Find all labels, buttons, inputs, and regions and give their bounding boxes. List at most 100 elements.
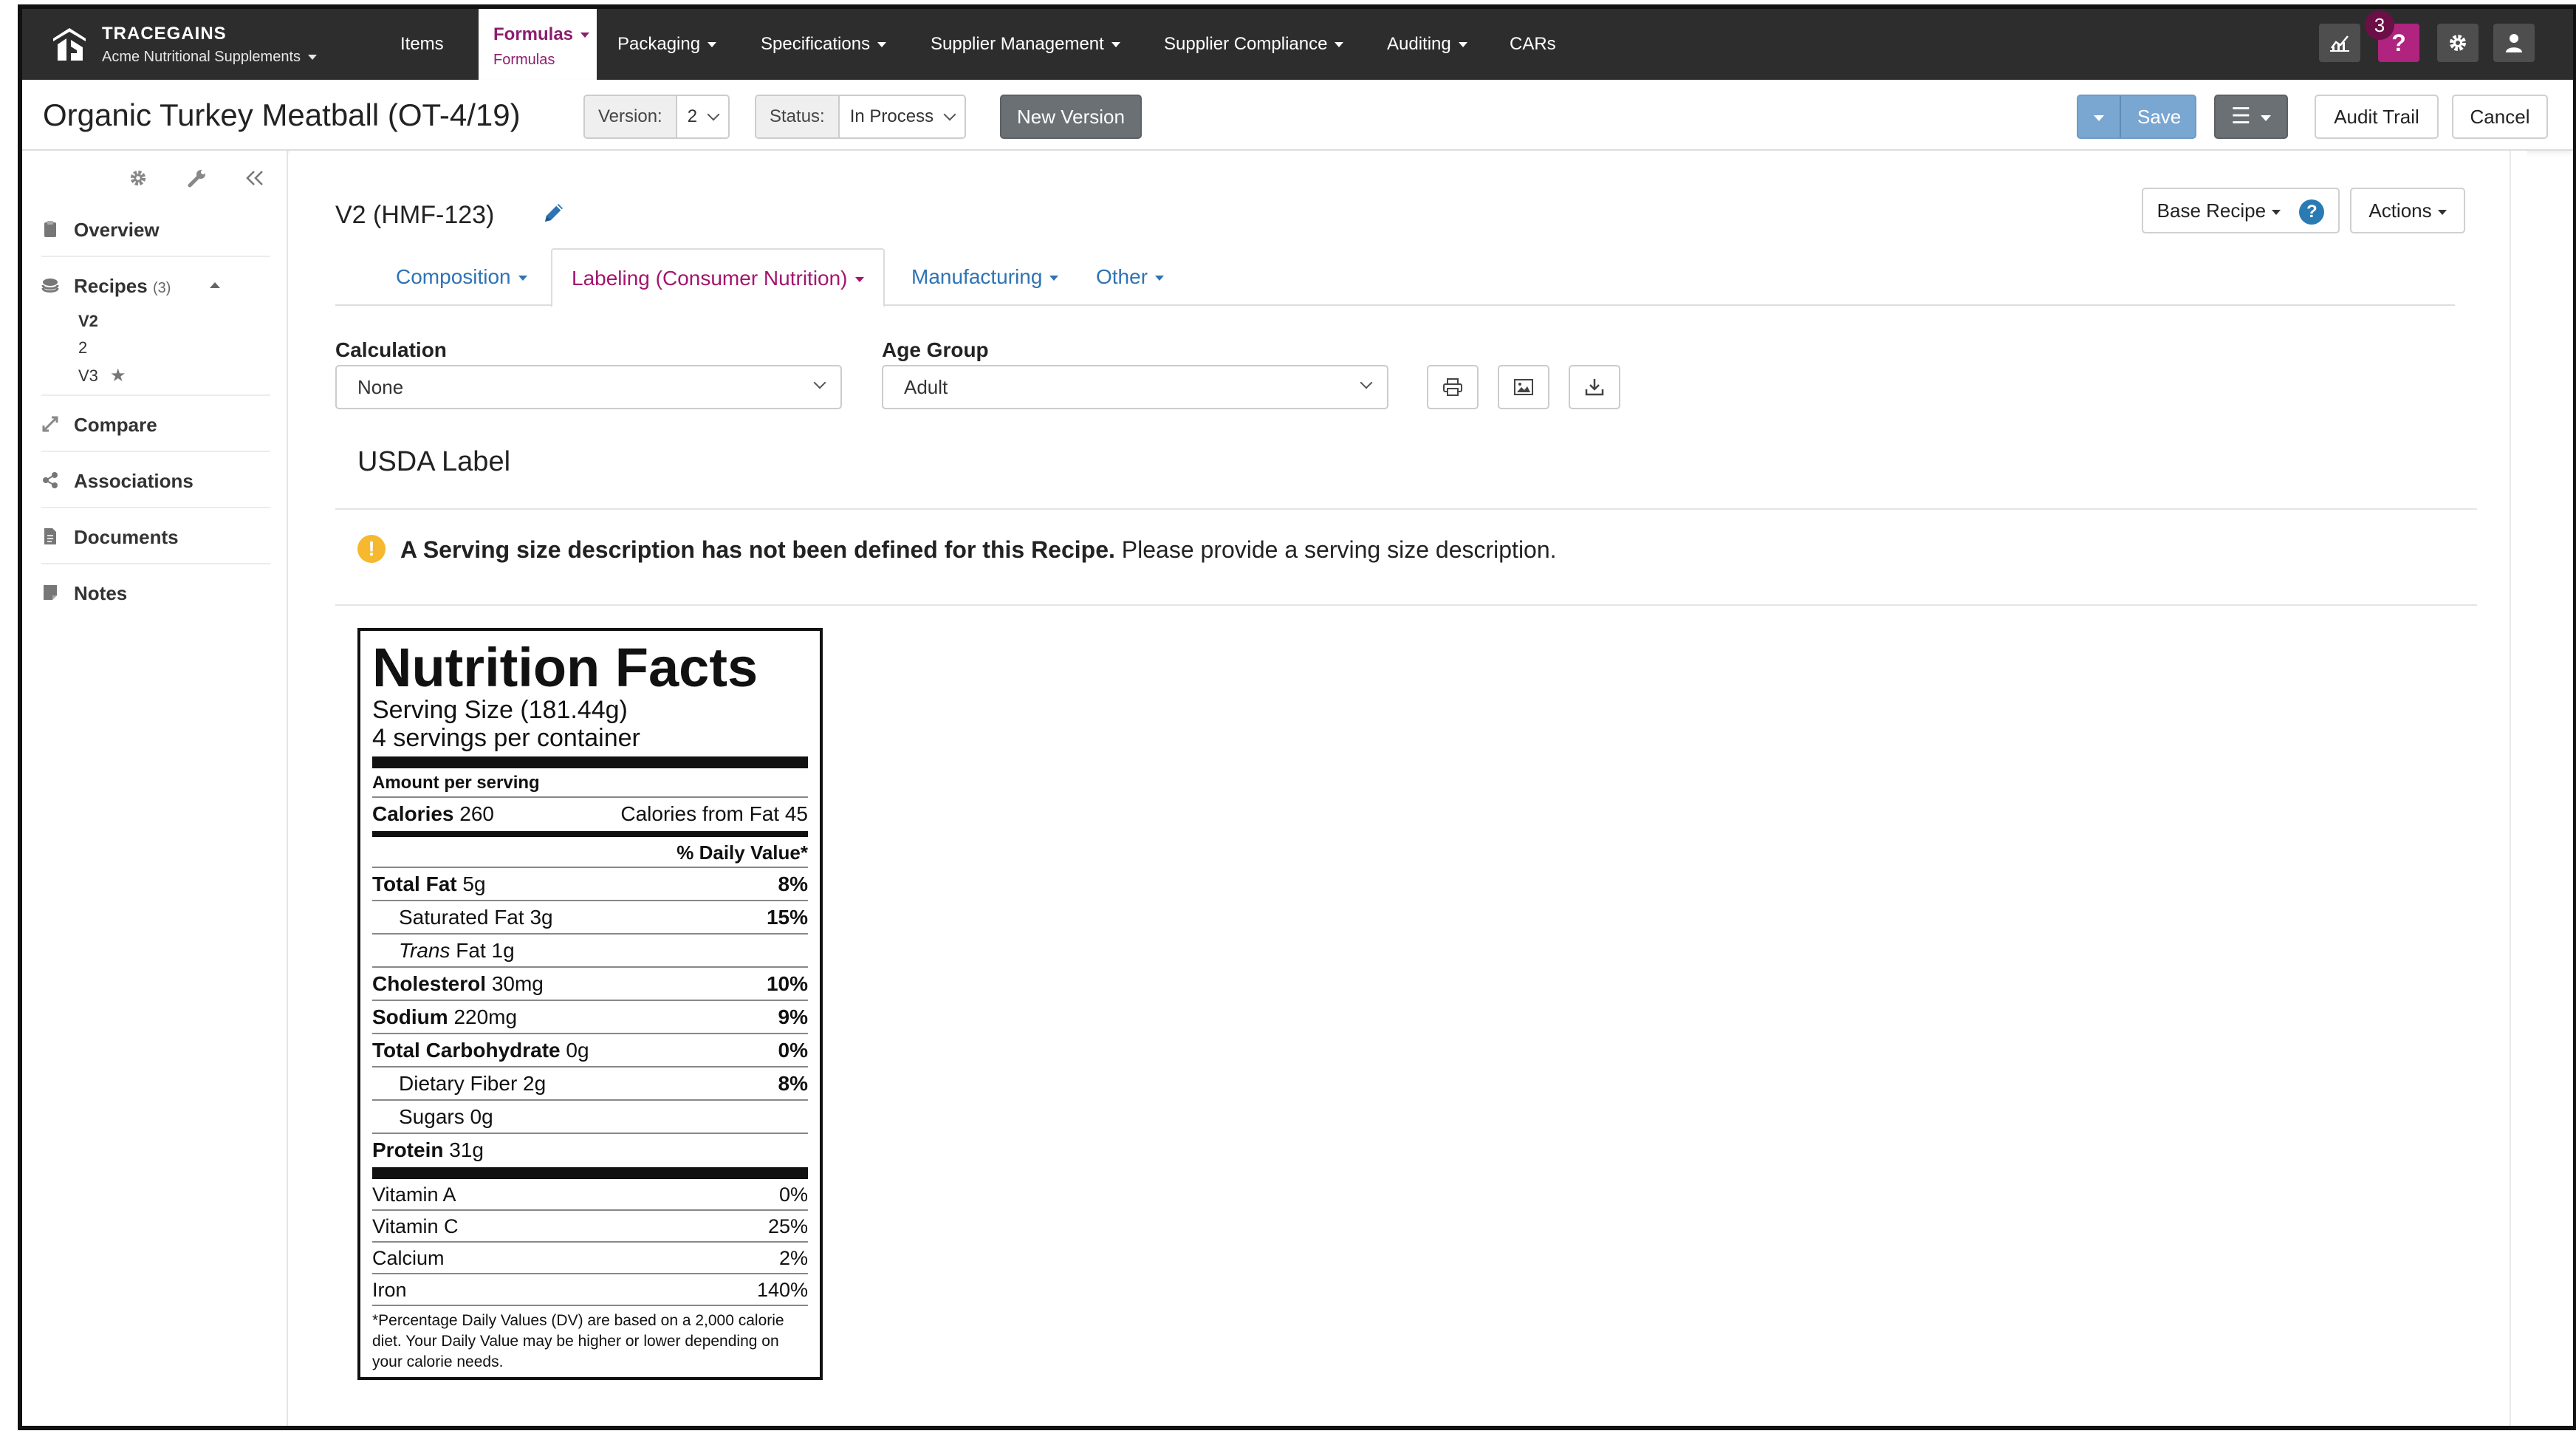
tracegains-logo-icon[interactable] bbox=[47, 22, 92, 66]
collapse-icon[interactable] bbox=[245, 170, 264, 186]
image-button[interactable] bbox=[1498, 365, 1549, 409]
save-button[interactable]: Save bbox=[2077, 95, 2196, 139]
caret-down-icon bbox=[854, 277, 864, 283]
tab-label: Composition bbox=[396, 265, 511, 288]
print-button[interactable] bbox=[1427, 365, 1479, 409]
nav-supplier-compliance-label: Supplier Compliance bbox=[1164, 34, 1328, 54]
nutrient-name: Total Carbohydrate bbox=[372, 1039, 561, 1062]
vitamin-dv: 2% bbox=[778, 1247, 808, 1269]
vitamin-dv: 0% bbox=[778, 1183, 808, 1206]
org-switcher[interactable]: Acme Nutritional Supplements bbox=[102, 49, 318, 66]
settings-button[interactable] bbox=[2437, 24, 2479, 62]
nutrient-row: Sugars 0g bbox=[372, 1101, 808, 1134]
nutrient-name: Sugars bbox=[399, 1105, 465, 1128]
nav-formulas[interactable]: Formulas Formulas bbox=[479, 9, 597, 80]
nutrient-row: Trans Fat 1g bbox=[372, 935, 808, 968]
calories-row: Calories 260 Calories from Fat 45 bbox=[372, 798, 808, 831]
tab-composition[interactable]: Composition bbox=[396, 248, 527, 306]
cancel-button[interactable]: Cancel bbox=[2452, 95, 2548, 139]
nutrient-name: Cholesterol bbox=[372, 972, 487, 995]
gear-icon[interactable] bbox=[129, 168, 148, 188]
save-label: Save bbox=[2137, 106, 2182, 128]
download-icon bbox=[1585, 379, 1604, 396]
tab-labeling[interactable]: Labeling (Consumer Nutrition) bbox=[551, 248, 885, 307]
pencil-icon[interactable] bbox=[541, 199, 567, 226]
recipe-link-2[interactable]: 2 bbox=[78, 338, 87, 358]
caret-down-icon bbox=[1111, 42, 1120, 48]
thick-rule bbox=[372, 1167, 808, 1179]
save-dropdown-toggle[interactable] bbox=[2078, 96, 2121, 137]
analytics-button[interactable] bbox=[2319, 24, 2360, 62]
warning-icon: ! bbox=[357, 535, 386, 563]
nutrient-name: Sodium bbox=[372, 1005, 448, 1028]
caret-down-icon bbox=[580, 33, 590, 38]
org-name: Acme Nutritional Supplements bbox=[102, 49, 301, 65]
medium-rule bbox=[372, 831, 808, 837]
recipe-link-v2[interactable]: V2 bbox=[78, 312, 98, 331]
menu-button[interactable]: ☰ bbox=[2214, 95, 2288, 139]
help-circle-icon[interactable]: ? bbox=[2299, 199, 2325, 225]
title-bar: Organic Turkey Meatball (OT-4/19) Versio… bbox=[22, 80, 2573, 151]
sidebar-item-recipes[interactable]: Recipes (3) bbox=[41, 259, 270, 396]
sidebar-item-compare[interactable]: Compare bbox=[41, 397, 270, 452]
nav-cars[interactable]: CARs bbox=[1510, 9, 1556, 80]
age-group-label: Age Group bbox=[882, 338, 989, 361]
vitamin-name: Vitamin C bbox=[372, 1215, 459, 1237]
calculation-label: Calculation bbox=[335, 338, 447, 361]
nutrient-amount: 30mg bbox=[491, 972, 544, 995]
nutrient-amount: 31g bbox=[449, 1138, 484, 1161]
nutrient-dv: 10% bbox=[766, 972, 808, 995]
serving-size: Serving Size (181.44g) bbox=[372, 696, 628, 724]
download-button[interactable] bbox=[1569, 365, 1620, 409]
nutrient-name: Total Fat bbox=[372, 872, 457, 895]
nav-specifications[interactable]: Specifications bbox=[761, 9, 887, 80]
main-content: V2 (HMF-123) Base Recipe ? Actions Compo… bbox=[290, 151, 2527, 1426]
nutrient-amount: Fat 1g bbox=[456, 939, 515, 962]
caret-up-icon[interactable] bbox=[210, 282, 220, 288]
vitamin-row: Calcium 2% bbox=[372, 1243, 808, 1274]
nutrient-name: Saturated Fat bbox=[399, 906, 524, 929]
nav-packaging[interactable]: Packaging bbox=[617, 9, 717, 80]
nav-supplier-management[interactable]: Supplier Management bbox=[931, 9, 1120, 80]
hamburger-icon: ☰ bbox=[2230, 104, 2251, 129]
sidebar: Overview Recipes (3) V2 2 V3 ★ Compare A… bbox=[22, 151, 288, 1426]
new-version-button[interactable]: New Version bbox=[1000, 95, 1142, 139]
nav-supplier-management-label: Supplier Management bbox=[931, 34, 1104, 54]
recipe-link-v3[interactable]: V3 ★ bbox=[78, 365, 126, 386]
user-button[interactable] bbox=[2493, 24, 2535, 62]
sidebar-item-documents[interactable]: Documents bbox=[41, 510, 270, 564]
sidebar-item-overview[interactable]: Overview bbox=[41, 202, 270, 257]
age-group-select[interactable]: Adult bbox=[882, 365, 1388, 409]
caret-down-icon bbox=[1155, 276, 1165, 281]
sidebar-item-notes[interactable]: Notes bbox=[41, 566, 270, 621]
recipe-label: V3 bbox=[78, 366, 98, 385]
calories-value: 260 bbox=[459, 802, 494, 825]
tab-manufacturing[interactable]: Manufacturing bbox=[911, 248, 1059, 306]
nutrient-row: Total Fat 5g 8% bbox=[372, 868, 808, 901]
compare-icon bbox=[42, 416, 58, 432]
caret-down-icon bbox=[1335, 42, 1344, 48]
notification-badge[interactable]: 3 bbox=[2365, 10, 2394, 40]
sidebar-item-label: Notes bbox=[74, 582, 128, 604]
warning-rest: Please provide a serving size descriptio… bbox=[1114, 536, 1557, 563]
vitamin-dv: 140% bbox=[756, 1279, 808, 1301]
document-icon bbox=[44, 528, 56, 544]
actions-button[interactable]: Actions bbox=[2350, 188, 2465, 233]
base-recipe-button[interactable]: Base Recipe ? bbox=[2142, 188, 2340, 233]
tab-other[interactable]: Other bbox=[1096, 248, 1165, 306]
tab-label: Other bbox=[1096, 265, 1148, 288]
status-value: In Process bbox=[849, 106, 934, 126]
wrench-icon[interactable] bbox=[188, 168, 207, 188]
content-border bbox=[2510, 151, 2511, 1426]
warning-bold: A Serving size description has not been … bbox=[400, 536, 1115, 563]
calculation-select[interactable]: None bbox=[335, 365, 842, 409]
nav-items[interactable]: Items bbox=[400, 9, 444, 80]
version-select[interactable]: Version: 2 bbox=[583, 95, 730, 139]
sidebar-item-associations[interactable]: Associations bbox=[41, 454, 270, 508]
audit-trail-button[interactable]: Audit Trail bbox=[2315, 95, 2439, 139]
nav-supplier-compliance[interactable]: Supplier Compliance bbox=[1164, 9, 1344, 80]
status-select[interactable]: Status: In Process bbox=[755, 95, 967, 139]
nutrient-amount: 5g bbox=[462, 872, 486, 895]
caret-down-icon bbox=[708, 42, 717, 48]
nav-auditing[interactable]: Auditing bbox=[1387, 9, 1467, 80]
